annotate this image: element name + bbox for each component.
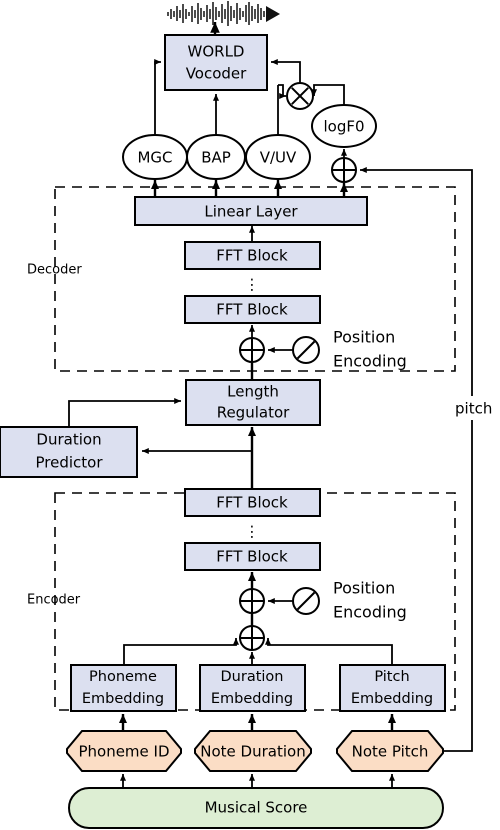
edge-phoneme-embedding-to-merge (123, 638, 240, 665)
phoneme-embedding-label-line2: Embedding (82, 691, 164, 707)
edge-multiply-to-vocoder (271, 58, 301, 83)
output-waveform-icon (167, 1, 280, 26)
pitch-embedding-label-line1: Pitch (374, 669, 409, 685)
linear-layer-label: Linear Layer (204, 203, 298, 221)
decoder-position-encoding-label-line1: Position (333, 328, 395, 347)
bap-label: BAP (201, 149, 231, 167)
encoder-fft-block-bottom-label: FFT Block (216, 548, 288, 566)
encoder-group-label: Encoder (27, 593, 81, 608)
edge-pitch-embedding-to-merge (264, 638, 393, 665)
world-vocoder-label-line1: WORLD (188, 43, 245, 61)
mgc-label: MGC (137, 149, 172, 167)
vuv-label: V/UV (260, 149, 297, 167)
length-regulator-label-line2: Regulator (217, 404, 290, 422)
length-regulator-label-line1: Length (227, 383, 279, 401)
encoder-stack-ellipsis: ⋮ (245, 523, 260, 541)
duration-embedding-label-line1: Duration (221, 669, 284, 685)
architecture-diagram: WORLD Vocoder MGC BAP V/UV logF0 Decoder… (0, 0, 500, 830)
musical-score-label: Musical Score (205, 799, 308, 817)
edge-duration-predictor-to-length-regulator (68, 397, 181, 427)
logf0-label: logF0 (323, 118, 364, 136)
decoder-stack-ellipsis: ⋮ (245, 276, 260, 294)
encoder-position-encoding-label-line2: Encoding (333, 603, 407, 622)
phoneme-embedding-label-line1: Phoneme (89, 669, 157, 685)
decoder-fft-block-bottom-label: FFT Block (216, 301, 288, 319)
pitch-embedding-label-line2: Embedding (351, 691, 433, 707)
encoder-fft-block-top-label: FFT Block (216, 494, 288, 512)
pitch-path-label: pitch (455, 400, 492, 418)
encoder-position-encoding-label-line1: Position (333, 579, 395, 598)
decoder-position-encoding-label-line2: Encoding (333, 352, 407, 371)
duration-predictor-label-line2: Predictor (35, 454, 103, 472)
decoder-group-label: Decoder (27, 263, 82, 278)
edge-mgc-to-vocoder (154, 58, 161, 135)
duration-predictor-label-line1: Duration (36, 431, 101, 449)
duration-embedding-label-line2: Embedding (211, 691, 293, 707)
note-pitch-label: Note Pitch (352, 743, 429, 761)
note-duration-label: Note Duration (200, 743, 305, 761)
edge-logf0-to-multiply (310, 84, 345, 105)
edge-vuv-into-multiply (278, 84, 286, 100)
decoder-fft-block-top-label: FFT Block (216, 247, 288, 265)
world-vocoder-label-line2: Vocoder (186, 65, 247, 83)
phoneme-id-label: Phoneme ID (78, 743, 169, 761)
